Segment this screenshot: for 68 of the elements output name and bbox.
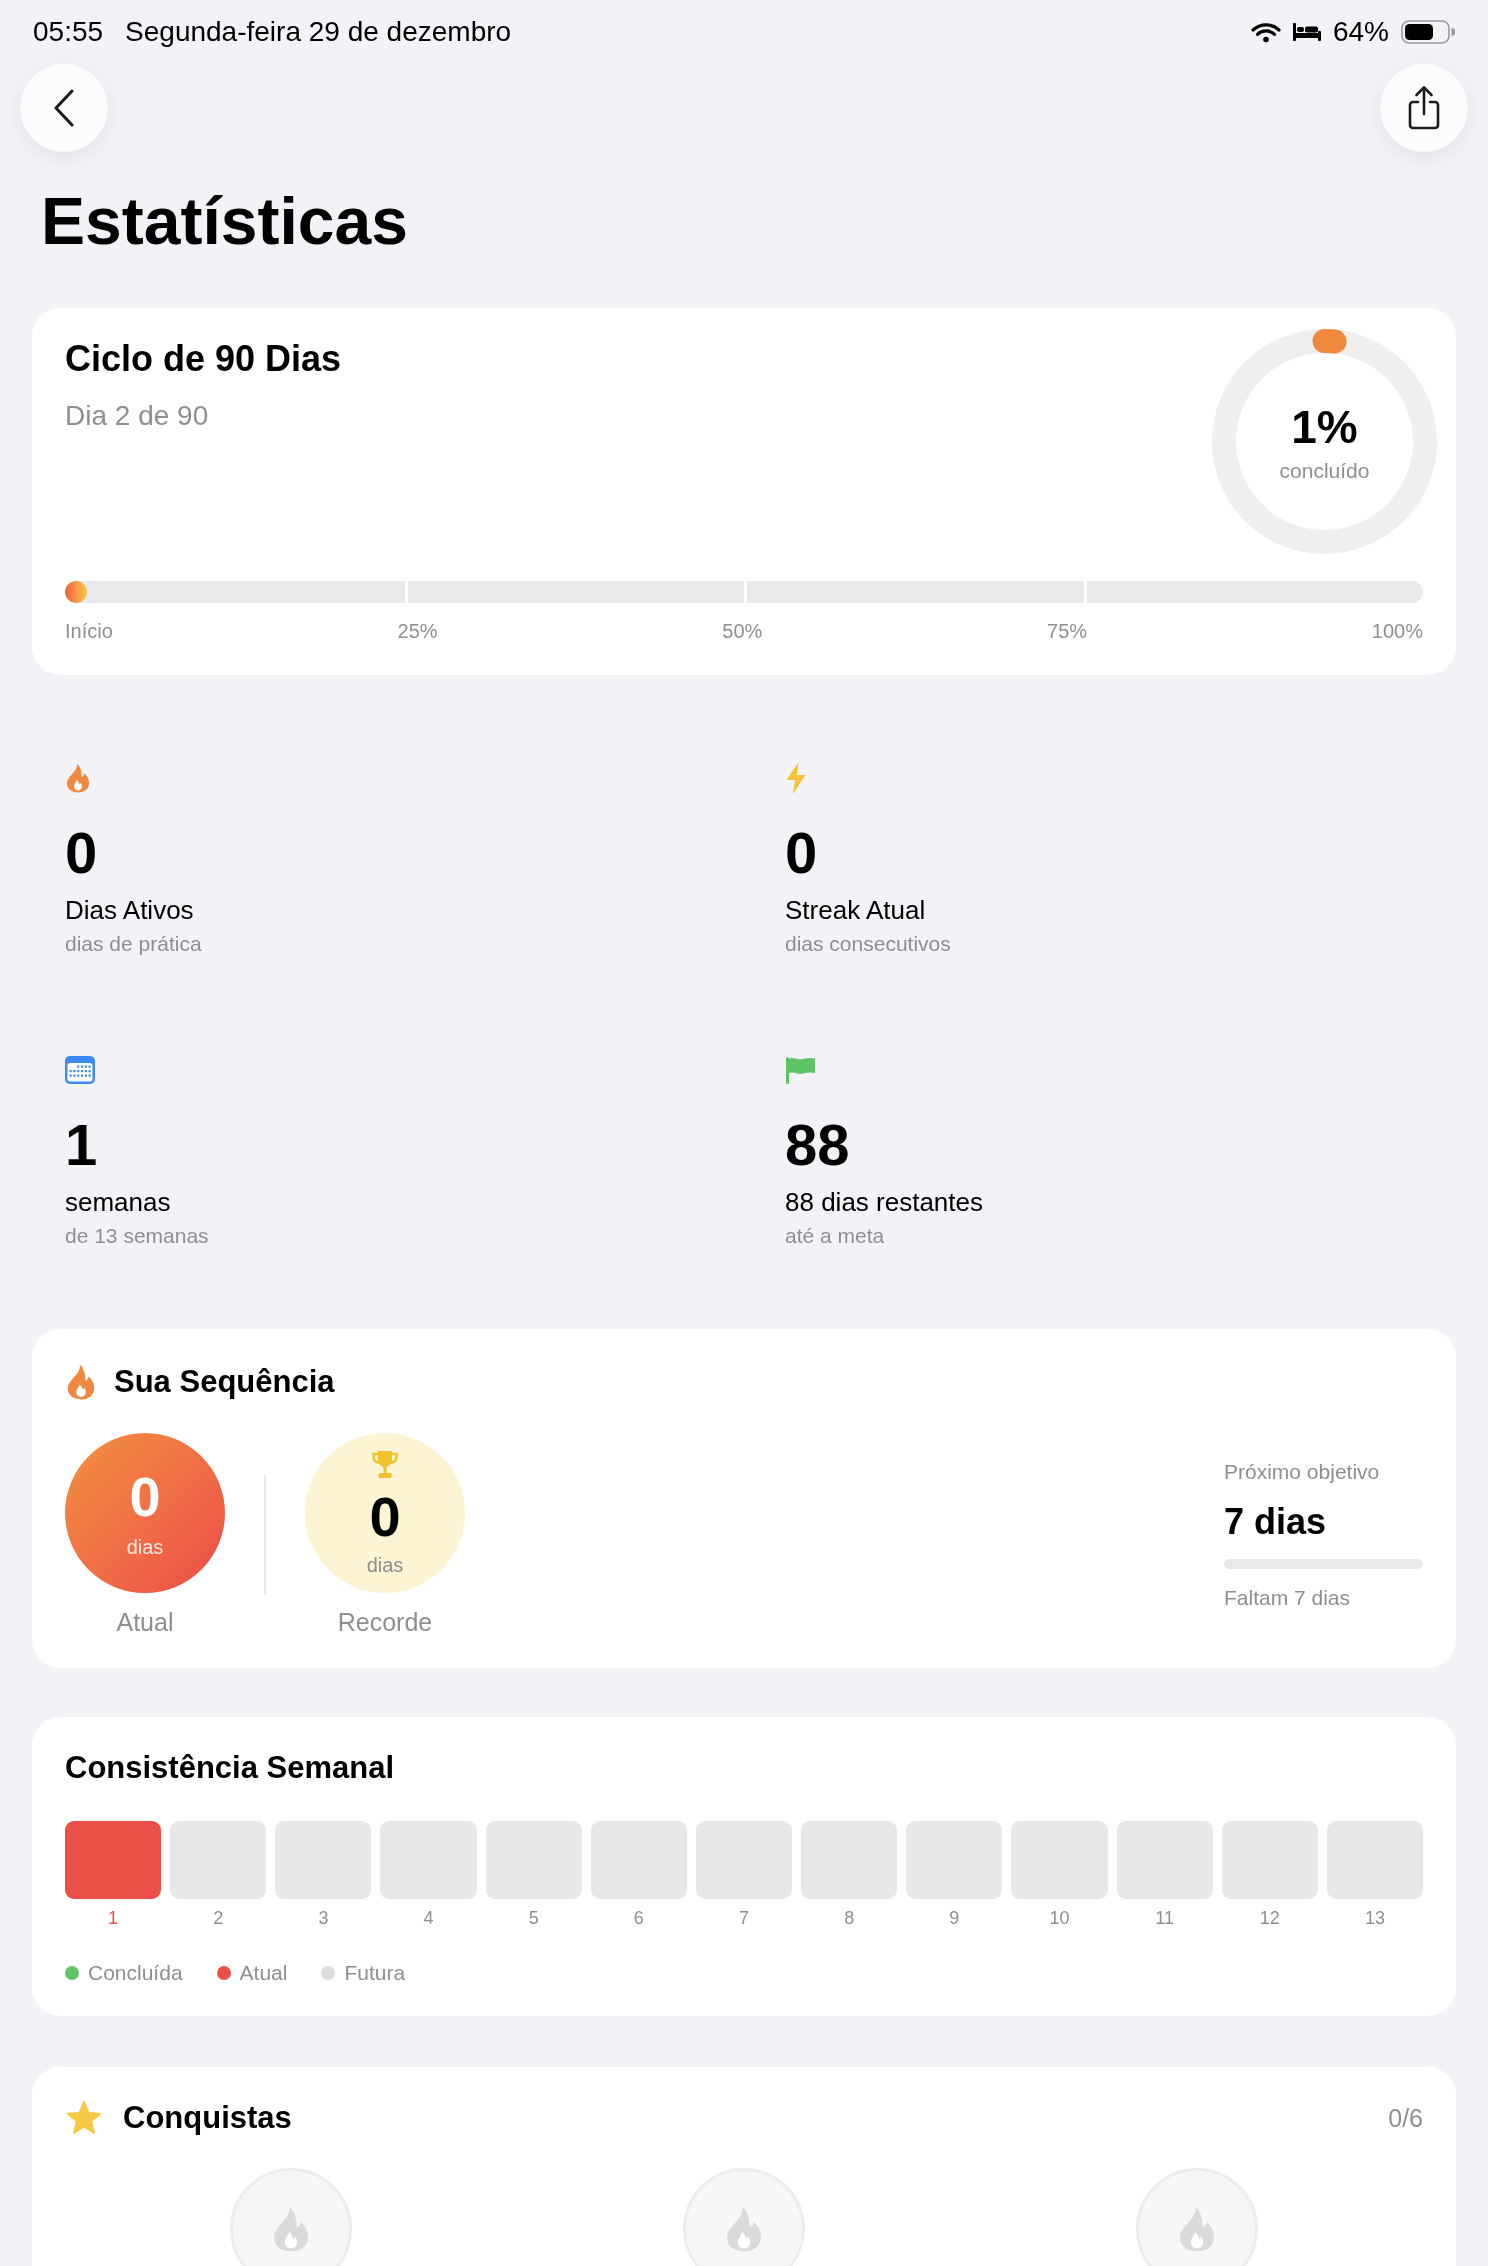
streak-value: 0 xyxy=(129,1467,161,1527)
card-title: Ciclo de 90 Dias xyxy=(65,337,342,380)
stat-value: 1 xyxy=(65,1113,98,1177)
stat-value: 0 xyxy=(785,821,818,885)
next-goal-label: Próximo objetivo xyxy=(1224,1460,1380,1484)
stat-label: Streak Atual xyxy=(785,895,926,925)
achievement-count: 0/6 xyxy=(1388,2102,1423,2133)
calendar-icon xyxy=(65,1056,95,1084)
week-number: 3 xyxy=(318,1907,329,1929)
stat-label: Dias Ativos xyxy=(65,895,194,925)
card-title: Conquistas xyxy=(123,2099,292,2136)
stat-caption: de 13 semanas xyxy=(65,1223,209,1249)
page-title: Estatísticas xyxy=(41,183,408,260)
completion-percentage: 1% xyxy=(1291,400,1358,454)
card-title: Sua Sequência xyxy=(114,1363,335,1400)
share-icon xyxy=(1407,85,1441,131)
stat-value: 0 xyxy=(65,821,98,885)
progress-label: 50% xyxy=(722,619,763,643)
flame-icon xyxy=(65,1363,97,1400)
legend-label: Futura xyxy=(344,1961,406,1985)
week-number: 8 xyxy=(844,1907,855,1929)
stat-label: semanas xyxy=(65,1187,171,1217)
stat-caption: dias consecutivos xyxy=(785,931,951,957)
bed-icon xyxy=(1292,23,1321,41)
flame-icon xyxy=(724,2205,764,2253)
progress-ring-arc xyxy=(1312,329,1347,354)
streak-value: 0 xyxy=(369,1487,401,1547)
next-goal-value: 7 dias xyxy=(1224,1500,1327,1543)
streak-label: Atual xyxy=(116,1608,174,1637)
status-time: 05:55 xyxy=(33,16,104,48)
progress-label: 25% xyxy=(397,619,438,643)
legend-label: Atual xyxy=(239,1961,288,1985)
week-number: 7 xyxy=(739,1907,749,1929)
week-number: 1 xyxy=(108,1907,119,1929)
progress-label: 100% xyxy=(1371,619,1423,643)
streak-unit: dias xyxy=(126,1535,164,1559)
card-title: Consistência Semanal xyxy=(65,1749,395,1786)
week-number: 11 xyxy=(1155,1907,1174,1929)
stat-label: 88 dias restantes xyxy=(785,1187,983,1217)
next-goal-caption: Faltam 7 dias xyxy=(1224,1586,1351,1610)
chevron-left-icon xyxy=(53,89,75,127)
flag-icon xyxy=(785,1056,817,1084)
week-number: 9 xyxy=(949,1907,960,1929)
week-number: 6 xyxy=(633,1907,644,1929)
week-number: 13 xyxy=(1364,1907,1385,1929)
week-number: 12 xyxy=(1259,1907,1280,1929)
week-number: 5 xyxy=(528,1907,539,1929)
streak-unit: dias xyxy=(366,1553,404,1577)
wifi-icon xyxy=(1250,21,1281,43)
battery-icon xyxy=(1401,20,1455,44)
progress-label: 75% xyxy=(1047,619,1088,643)
battery-percentage: 64% xyxy=(1332,16,1389,48)
trophy-icon xyxy=(370,1449,400,1481)
week-number: 4 xyxy=(423,1907,434,1929)
star-icon xyxy=(65,2099,103,2136)
week-number: 10 xyxy=(1049,1907,1070,1929)
legend-label: Concluída xyxy=(88,1961,183,1985)
card-subtitle: Dia 2 de 90 xyxy=(65,399,209,433)
stat-value: 88 xyxy=(785,1113,850,1177)
lightning-bolt-icon xyxy=(785,762,807,794)
status-date: Segunda-feira 29 de dezembro xyxy=(125,16,512,48)
streak-label: Recorde xyxy=(337,1608,433,1637)
completion-caption: concluído xyxy=(1279,459,1370,483)
flame-icon xyxy=(65,763,91,793)
progress-label: Início xyxy=(65,619,113,643)
week-number: 2 xyxy=(213,1907,224,1929)
stat-caption: dias de prática xyxy=(65,931,202,957)
stat-caption: até a meta xyxy=(785,1223,885,1249)
